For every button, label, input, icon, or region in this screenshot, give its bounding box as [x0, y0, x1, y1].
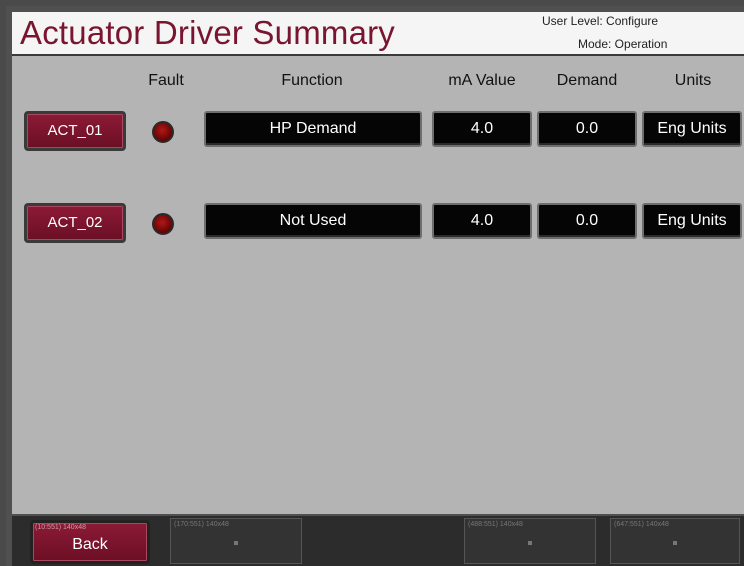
- fault-indicator-icon: [152, 213, 174, 235]
- column-header-demand: Demand: [556, 72, 618, 89]
- slot-dot-icon: [528, 541, 532, 545]
- header-bar: Actuator Driver Summary User Level: Conf…: [12, 12, 744, 56]
- demand-field: 0.0: [537, 203, 637, 239]
- footer-slot-4-tag: (647:551) 140x48: [614, 521, 669, 528]
- ma-value-field: 4.0: [432, 111, 532, 147]
- units-field[interactable]: Eng Units: [642, 111, 742, 147]
- mode-label: Mode: Operation: [578, 37, 668, 51]
- slot-dot-icon: [234, 541, 238, 545]
- actuator-button-act-01[interactable]: ACT_01: [24, 111, 126, 151]
- slot-dot-icon: [673, 541, 677, 545]
- page-title: Actuator Driver Summary: [20, 14, 396, 51]
- actuator-button-act-02[interactable]: ACT_02: [24, 203, 126, 243]
- function-field[interactable]: HP Demand: [204, 111, 422, 147]
- ma-value-field: 4.0: [432, 203, 532, 239]
- footer-slot-4[interactable]: (647:551) 140x48: [610, 518, 740, 564]
- footer-slot-3-tag: (488:551) 140x48: [468, 521, 523, 528]
- function-field[interactable]: Not Used: [204, 203, 422, 239]
- column-header-function: Function: [281, 72, 343, 89]
- footer-slot-3[interactable]: (488:551) 140x48: [464, 518, 596, 564]
- demand-field: 0.0: [537, 111, 637, 147]
- column-header-ma-value: mA Value: [448, 72, 516, 89]
- back-button[interactable]: (10:551) 140x48 Back: [30, 520, 150, 564]
- units-field[interactable]: Eng Units: [642, 203, 742, 239]
- column-header-units: Units: [674, 72, 712, 89]
- back-button-label: Back: [72, 536, 108, 553]
- fault-indicator-icon: [152, 121, 174, 143]
- column-header-fault: Fault: [148, 72, 184, 89]
- footer-slot-2[interactable]: (170:551) 140x48: [170, 518, 302, 564]
- back-button-tag: (10:551) 140x48: [35, 524, 86, 531]
- user-level-label: User Level: Configure: [542, 14, 659, 28]
- footer-slot-2-tag: (170:551) 140x48: [174, 521, 229, 528]
